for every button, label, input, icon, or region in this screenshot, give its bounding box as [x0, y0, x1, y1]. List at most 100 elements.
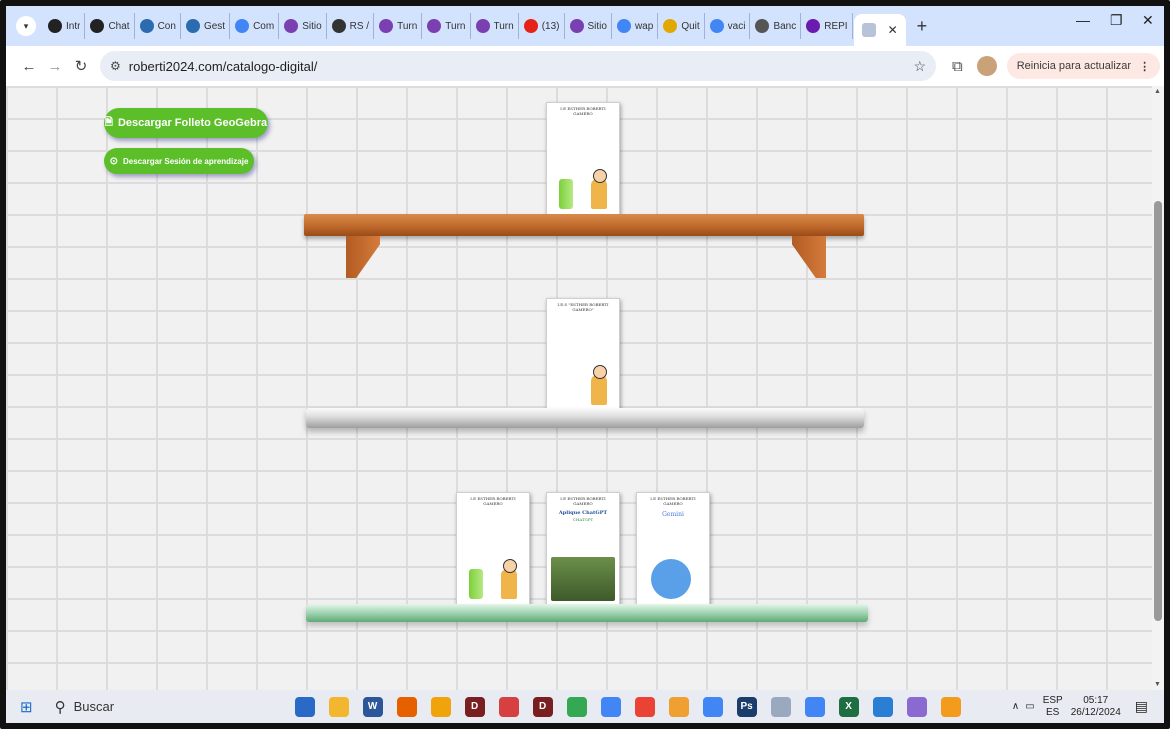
window-close-icon[interactable]: ✕	[1142, 12, 1154, 29]
language-indicator[interactable]: ESP ES	[1043, 695, 1063, 719]
paint-app-icon[interactable]	[668, 696, 689, 717]
book-2[interactable]: I.E.S "ESTHER ROBERTI GAMERO"	[546, 298, 620, 412]
shelf-icon	[861, 23, 876, 37]
tab-label: Sitio	[587, 20, 607, 32]
google-icon	[709, 19, 724, 33]
tab-label: Banc	[773, 20, 797, 32]
yahoo-icon	[806, 19, 821, 33]
tab-5[interactable]: Sitio	[280, 13, 327, 39]
quiz-icon	[663, 19, 678, 33]
close-icon[interactable]: ✕	[888, 23, 898, 37]
tab-bar: ▾ Intr Chat Con Gest Com Sitio RS / Turn Turn Tur…	[6, 6, 1164, 46]
bookmark-star-icon[interactable]: ☆	[913, 58, 926, 75]
chatgpt-icon	[90, 19, 105, 33]
taskbar-search[interactable]: ⚲ Buscar	[55, 698, 255, 716]
book-5[interactable]: I.E ESTHER ROBERTI GAMERO Gemini	[636, 492, 710, 606]
davinci-app-2-icon[interactable]: D	[532, 696, 553, 717]
tab-label: REPI	[824, 20, 848, 32]
google-icon	[235, 19, 250, 33]
windows-start-icon[interactable]: ⊞	[20, 698, 33, 716]
tab-11[interactable]: Sitio	[566, 13, 612, 39]
book-3[interactable]: I.E ESTHER ROBERTI GAMERO	[456, 492, 530, 606]
excel-app-icon[interactable]: X	[838, 696, 859, 717]
new-tab-button[interactable]: +	[917, 16, 928, 37]
avatar[interactable]	[976, 56, 997, 76]
restore-icon[interactable]: ❐	[1110, 12, 1123, 29]
clock[interactable]: 05:17 26/12/2024	[1071, 695, 1121, 719]
update-button[interactable]: Reinicia para actualizar ⋮	[1006, 53, 1161, 79]
word-app-icon[interactable]: W	[362, 696, 383, 717]
cylinder-shape	[559, 179, 573, 209]
tab-label: Gest	[203, 20, 226, 32]
tab-15[interactable]: Banc	[751, 13, 802, 39]
download-folleto-button[interactable]: 🗎 Descargar Folleto GeoGebra	[104, 108, 268, 138]
chrome-app-icon[interactable]	[430, 696, 451, 717]
n-icon	[427, 19, 442, 33]
minimize-icon[interactable]: —	[1076, 12, 1090, 28]
photoshop-app-icon[interactable]: Ps	[736, 696, 757, 717]
firefox-app-icon[interactable]	[396, 696, 417, 717]
presentation-app-icon[interactable]	[872, 696, 893, 717]
url-field[interactable]: ⚙ roberti2024.com/catalogo-digital/ ☆	[100, 51, 936, 81]
download-sesion-button[interactable]: ⊙ Descargar Sesión de aprendizaje	[104, 148, 254, 174]
tab-active[interactable]: ✕	[853, 14, 906, 46]
record-app-icon[interactable]	[498, 696, 519, 717]
tab-10[interactable]: (13)	[520, 13, 565, 39]
tab-4[interactable]: Com	[231, 13, 280, 39]
book-5-subtitle: Gemini	[662, 510, 684, 518]
more-menu-icon[interactable]: ⋮	[1139, 60, 1150, 73]
store-app-icon[interactable]	[294, 696, 315, 717]
tab-label: Turn	[493, 20, 514, 32]
tab-2[interactable]: Con	[136, 13, 181, 39]
tab-label: wap	[634, 20, 654, 32]
pen-app-icon[interactable]	[770, 696, 791, 717]
book-1[interactable]: I.E ESTHER ROBERTI GAMERO	[546, 102, 620, 216]
scroll-up-icon[interactable]: ▲	[1154, 88, 1161, 95]
tab-label: (13)	[541, 20, 560, 32]
tab-16[interactable]: REPI	[802, 13, 853, 39]
mascot-figure	[591, 365, 607, 405]
tab-search-button[interactable]: ▾	[16, 16, 36, 36]
reload-icon[interactable]: ↻	[68, 57, 94, 75]
battery-icon[interactable]: ▭	[1025, 701, 1034, 712]
book-1-illustration	[555, 155, 611, 209]
taskbar-apps: W D D Ps X	[294, 696, 975, 717]
back-icon[interactable]: ←	[16, 58, 42, 75]
lang-top: ESP	[1042, 694, 1063, 706]
tab-0[interactable]: Intr	[44, 13, 86, 39]
catalog-page: 🗎 Descargar Folleto GeoGebra ⊙ Descargar…	[6, 86, 1152, 690]
google-icon	[616, 19, 631, 33]
chrome-profile-2-icon[interactable]	[600, 696, 621, 717]
tab-7[interactable]: Turn	[375, 13, 423, 39]
tab-9[interactable]: Turn	[472, 13, 519, 39]
forward-icon[interactable]: →	[42, 58, 68, 75]
music-app-icon[interactable]	[940, 696, 961, 717]
chrome-profile-1-icon[interactable]	[566, 696, 587, 717]
notification-icon[interactable]: ▤	[1135, 698, 1148, 715]
chrome-profile-3-icon[interactable]	[634, 696, 655, 717]
book-4[interactable]: I.E ESTHER ROBERTI GAMERO Aplique ChatGP…	[546, 492, 620, 606]
chevron-up-icon[interactable]: ∧	[1012, 701, 1019, 712]
book-2-title: I.E.S "ESTHER ROBERTI GAMERO"	[557, 302, 609, 312]
chrome-profile-4-icon[interactable]	[702, 696, 723, 717]
bank-icon	[755, 19, 770, 33]
mascot-app-icon[interactable]	[906, 696, 927, 717]
page-scrollbar[interactable]: ▲ ▼	[1152, 86, 1164, 690]
site-info-icon[interactable]: ⚙	[110, 59, 121, 73]
extensions-icon[interactable]: ⧉	[952, 58, 963, 75]
tab-6[interactable]: RS /	[328, 13, 375, 39]
system-tray: ∧ ▭ ESP ES 05:17 26/12/2024 ▤	[1012, 695, 1148, 719]
tab-14[interactable]: vaci	[706, 13, 751, 39]
n-icon	[379, 19, 394, 33]
tab-12[interactable]: wap	[613, 13, 659, 39]
davinci-app-icon[interactable]: D	[464, 696, 485, 717]
scroll-down-icon[interactable]: ▼	[1154, 681, 1161, 688]
scrollbar-thumb[interactable]	[1154, 201, 1162, 621]
book-4-title: I.E ESTHER ROBERTI GAMERO	[560, 496, 606, 506]
file-explorer-app-icon[interactable]	[328, 696, 349, 717]
tab-1[interactable]: Chat	[86, 13, 135, 39]
tab-8[interactable]: Turn	[423, 13, 471, 39]
tab-13[interactable]: Quit	[659, 13, 705, 39]
chrome-profile-5-icon[interactable]	[804, 696, 825, 717]
tab-3[interactable]: Gest	[182, 13, 231, 39]
